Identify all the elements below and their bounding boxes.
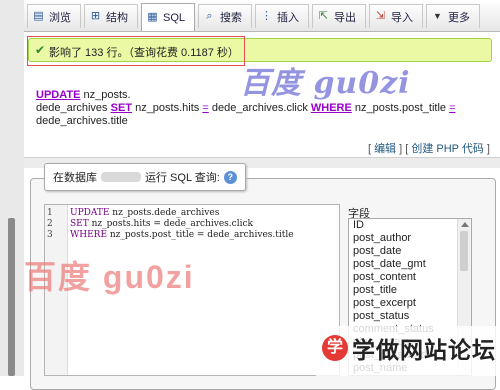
field-option[interactable]: post_excerpt: [349, 297, 471, 310]
sql-operator[interactable]: =: [449, 102, 455, 114]
scroll-up-icon[interactable]: [461, 222, 469, 227]
blurred-database-name: [101, 172, 141, 182]
sql-keyword[interactable]: WHERE: [311, 102, 352, 114]
field-option[interactable]: post_status: [349, 310, 471, 323]
logo-badge: 学: [322, 335, 348, 361]
edit-links: [ 编辑 ] [ 创建 PHP 代码 ]: [368, 140, 490, 156]
field-option[interactable]: post_author: [349, 232, 471, 245]
sql-text: nz_posts.post_title: [351, 102, 450, 114]
success-message: 影响了 133 行。（查询花费 0.1187 秒）: [49, 47, 239, 59]
tab-sql[interactable]: ▦ SQL: [141, 3, 195, 31]
edit-link[interactable]: 编辑: [374, 143, 396, 155]
tab-label: 浏览: [49, 11, 71, 24]
tab-export[interactable]: ⇱ 导出: [312, 4, 366, 28]
structure-icon: ⊞: [90, 10, 101, 22]
watermark-text: 百度 gu0zi: [240, 66, 411, 101]
tab-label: 插入: [277, 11, 299, 24]
sql-keyword[interactable]: UPDATE: [36, 89, 80, 101]
watermark-text: 百度 gu0zi: [24, 259, 195, 295]
field-option[interactable]: ID: [349, 219, 471, 232]
left-gutter: [0, 0, 24, 376]
search-icon: ⌕: [206, 10, 213, 22]
field-option[interactable]: post_title: [349, 284, 471, 297]
bracket: ] [: [396, 143, 412, 155]
tab-bar: ▤ 浏览 ⊞ 结构 ▦ SQL ⌕ 搜索 ⋮ 插入 ⇱ 导出 ⇲ 导入 ▼ 更多: [24, 0, 500, 32]
tab-structure[interactable]: ⊞ 结构: [84, 4, 138, 28]
tab-label: 结构: [106, 11, 128, 24]
sql-keyword: SET: [70, 219, 89, 229]
field-option[interactable]: post_date_gmt: [349, 258, 471, 271]
sql-text: nz_posts.dede_archives: [109, 208, 220, 218]
sql-keyword: WHERE: [70, 230, 108, 240]
sql-text: nz_posts.post_title = dede_archives.titl…: [107, 230, 294, 240]
tab-label: 更多: [448, 11, 470, 24]
check-icon: ✔: [35, 43, 46, 57]
site-logo: 学 学做网站论坛: [322, 328, 496, 368]
tab-label: SQL: [163, 11, 186, 24]
line-numbers: 1 2 3: [47, 208, 53, 240]
chevron-down-icon: ▼: [433, 11, 442, 21]
tab-more[interactable]: ▼ 更多: [426, 4, 480, 28]
import-icon: ⇲: [375, 10, 386, 22]
bracket: ]: [483, 143, 490, 155]
sql-code[interactable]: UPDATE nz_posts.dede_archives SET nz_pos…: [70, 208, 294, 241]
tab-insert[interactable]: ⋮ 插入: [255, 4, 309, 28]
tab-browse[interactable]: ▤ 浏览: [27, 4, 81, 28]
tab-label: 导入: [391, 11, 413, 24]
tab-label: 导出: [334, 11, 356, 24]
scrollbar-thumb[interactable]: [460, 231, 468, 271]
sql-icon: ▦: [147, 11, 158, 23]
sql-text: nz_posts.hits: [132, 102, 203, 114]
legend-suffix: 运行 SQL 查询:: [145, 172, 220, 184]
sql-text: dede_archives.title: [36, 115, 128, 127]
sql-text: nz_posts.: [80, 89, 131, 101]
field-option[interactable]: post_date: [349, 245, 471, 258]
scrollbar[interactable]: [8, 218, 15, 376]
tab-import[interactable]: ⇲ 导入: [369, 4, 423, 28]
insert-icon: ⋮: [261, 10, 272, 22]
query-box-legend: 在数据库 运行 SQL 查询: ?: [44, 163, 246, 191]
legend-prefix: 在数据库: [53, 172, 97, 184]
create-php-code-link[interactable]: 创建 PHP 代码: [411, 143, 484, 155]
sql-text: nz_posts.hits = dede_archives.click: [88, 219, 253, 229]
sql-keyword[interactable]: SET: [111, 102, 132, 114]
logo-text: 学做网站论坛: [352, 337, 496, 363]
browse-icon: ▤: [33, 10, 44, 22]
sql-text: dede_archives: [36, 102, 111, 114]
sql-text: dede_archives.click: [208, 102, 311, 114]
export-icon: ⇱: [318, 10, 329, 22]
tab-search[interactable]: ⌕ 搜索: [198, 4, 252, 28]
tab-label: 搜索: [220, 11, 242, 24]
sql-keyword: UPDATE: [70, 208, 110, 218]
help-icon[interactable]: ?: [223, 170, 237, 184]
field-option[interactable]: post_content: [349, 271, 471, 284]
